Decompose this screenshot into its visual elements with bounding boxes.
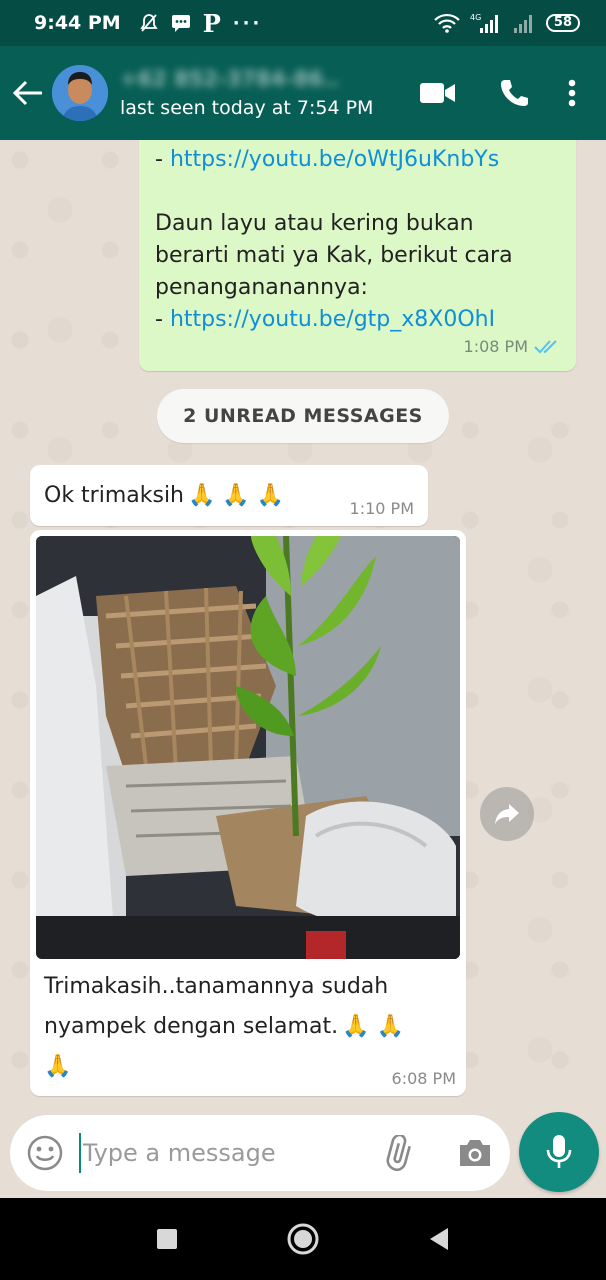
battery-icon: 58: [545, 14, 580, 32]
list-prefix: -: [155, 307, 170, 332]
svg-text:4G: 4G: [470, 13, 481, 22]
paperclip-icon: [386, 1135, 411, 1171]
message-time: 1:08 PM: [463, 337, 528, 356]
message-line: Daun layu atau kering bukan: [155, 211, 474, 236]
incoming-message[interactable]: Ok trimaksih 🙏 🙏 🙏 1:10 PM: [30, 465, 428, 526]
message-time: 1:10 PM: [349, 499, 414, 518]
list-prefix: -: [155, 147, 170, 172]
message-icon: [171, 15, 190, 32]
caption-line: Trimakasih..tanamannya sudah: [44, 974, 389, 999]
smiley-icon: [28, 1135, 63, 1171]
forward-button[interactable]: [480, 787, 534, 841]
header-actions: [400, 63, 592, 123]
p-app-icon: P: [202, 8, 221, 38]
message-text: Ok trimaksih: [44, 483, 185, 508]
signal-secondary-icon: [513, 15, 532, 33]
phone-icon: [501, 80, 528, 106]
caption-line: nyampek dengan selamat. 🙏 🙏: [44, 1007, 452, 1047]
message-line: penangananannya:: [155, 275, 368, 300]
silent-bell-icon: [140, 14, 158, 32]
camera-icon: [459, 1140, 490, 1166]
home-button[interactable]: [283, 1219, 323, 1259]
voice-record-button[interactable]: [519, 1112, 599, 1192]
double-check-read-icon: [534, 340, 557, 354]
chat-header: +62 852-3784-86.. last seen today at 7:5…: [0, 46, 606, 140]
camera-button[interactable]: [455, 1133, 494, 1173]
youtube-link-2[interactable]: https://youtu.be/gtp_x8X0OhI: [170, 307, 495, 332]
microphone-icon: [546, 1135, 572, 1168]
video-call-button[interactable]: [400, 63, 476, 123]
wifi-icon: [434, 13, 460, 33]
photo-image: [36, 536, 460, 959]
message-composer: [10, 1115, 510, 1191]
unread-messages-divider: 2 UNREAD MESSAGES: [157, 389, 449, 443]
message-line: berarti mati ya Kak, berikut cara: [155, 243, 513, 268]
notification-icons: P ···: [139, 9, 263, 38]
status-time: 9:44 PM: [34, 12, 121, 34]
youtube-link-1[interactable]: https://youtu.be/oWtJ6uKnbYs: [170, 147, 499, 172]
emoji-button[interactable]: [26, 1133, 65, 1173]
message-input[interactable]: [78, 1133, 383, 1173]
back-nav-button[interactable]: [419, 1219, 459, 1259]
avatar-photo: [52, 65, 108, 121]
attach-button[interactable]: [383, 1133, 422, 1173]
last-seen-status: last seen today at 7:54 PM: [120, 97, 374, 119]
contact-info[interactable]: +62 852-3784-86.. last seen today at 7:5…: [120, 67, 400, 119]
contact-name: +62 852-3784-86..: [120, 67, 340, 91]
system-navigation-bar: [0, 1198, 606, 1280]
folded-hands-emoji: 🙏 🙏 🙏: [188, 483, 285, 508]
signal-4g-icon: 4G: [470, 13, 498, 33]
message-line: - https://youtu.be/oWtJ6uKnbYs: [155, 144, 560, 176]
plant-photo[interactable]: [36, 536, 460, 959]
message-meta: 1:08 PM: [464, 331, 562, 363]
recents-button[interactable]: [147, 1219, 187, 1259]
battery-level: 58: [553, 15, 572, 30]
overflow-menu-button[interactable]: [552, 63, 592, 123]
outgoing-message[interactable]: - https://youtu.be/oWtJ6uKnbYs Daun layu…: [139, 140, 576, 371]
avatar[interactable]: [52, 65, 108, 121]
more-vertical-icon: [568, 79, 576, 107]
more-notifications-icon: ···: [232, 12, 263, 34]
triangle-back-icon: [430, 1228, 448, 1250]
circle-home-icon: [287, 1223, 319, 1255]
photo-caption: Trimakasih..tanamannya sudah nyampek den…: [36, 959, 460, 1087]
arrow-left-icon: [13, 80, 42, 106]
folded-hands-emoji: 🙏 🙏: [342, 1014, 404, 1039]
incoming-photo-message[interactable]: Trimakasih..tanamannya sudah nyampek den…: [30, 530, 466, 1096]
message-time: 6:08 PM: [391, 1069, 456, 1088]
square-icon: [157, 1229, 177, 1249]
back-button[interactable]: [4, 46, 52, 140]
video-camera-icon: [420, 83, 455, 103]
forward-arrow-icon: [495, 804, 519, 824]
chat-area[interactable]: - https://youtu.be/oWtJ6uKnbYs Daun layu…: [0, 140, 606, 1115]
status-bar: 9:44 PM P ··· 4G 58: [0, 0, 606, 46]
system-icons: 4G 58: [434, 12, 580, 34]
caption-text: nyampek dengan selamat.: [44, 1014, 339, 1039]
voice-call-button[interactable]: [476, 63, 552, 123]
